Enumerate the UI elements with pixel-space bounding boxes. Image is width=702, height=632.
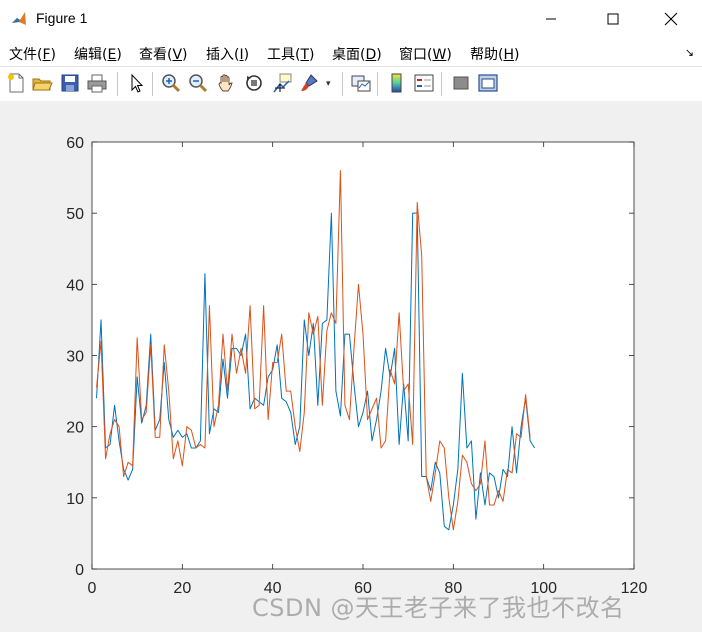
open-file-icon[interactable]: [31, 72, 53, 94]
menu-window[interactable]: 窗口(W): [399, 44, 452, 64]
y-tick-label: 0: [75, 562, 84, 579]
x-tick-label: 20: [173, 580, 191, 597]
x-tick-label: 120: [621, 580, 648, 597]
line-plot[interactable]: 0 20 40 60 80 100 1200102030405060: [0, 101, 702, 628]
rotate-3d-icon[interactable]: [243, 72, 265, 94]
y-tick-label: 40: [66, 277, 84, 294]
menubar: 文件(F) 编辑(E) 查看(V) 插入(I) 工具(T) 桌面(D) 窗口(W…: [0, 38, 702, 66]
close-button[interactable]: [648, 0, 694, 38]
figure-toolbar: ▾: [0, 66, 702, 102]
maximize-icon: [607, 13, 619, 25]
y-tick-label: 50: [66, 206, 84, 223]
link-plot-icon[interactable]: [350, 72, 372, 94]
window-titlebar: Figure 1: [0, 0, 702, 38]
axes-background: [92, 142, 634, 569]
watermark-text: CSDN @天王老子来了我也不改名: [252, 594, 625, 622]
close-icon: [664, 12, 678, 26]
legend-icon[interactable]: [413, 72, 435, 94]
menu-help[interactable]: 帮助(H): [470, 44, 519, 64]
menu-tools[interactable]: 工具(T): [267, 44, 315, 64]
menu-file[interactable]: 文件(F): [9, 44, 56, 64]
toolbar-separator: [117, 72, 118, 96]
hide-plot-tools-icon[interactable]: [450, 72, 472, 94]
show-plot-tools-icon[interactable]: [477, 72, 499, 94]
menu-desktop[interactable]: 桌面(D): [332, 44, 382, 64]
y-tick-label: 60: [66, 135, 84, 152]
data-cursor-icon[interactable]: [271, 72, 293, 94]
brush-icon[interactable]: [298, 72, 320, 94]
zoom-out-icon[interactable]: [187, 72, 209, 94]
matlab-logo-icon: [10, 10, 28, 28]
menu-edit[interactable]: 编辑(E): [74, 44, 122, 64]
pan-hand-icon[interactable]: [215, 72, 237, 94]
minimize-button[interactable]: [528, 0, 574, 38]
figure-canvas: 0 20 40 60 80 100 120 0 10 20 30 40 50 60: [0, 101, 702, 628]
y-tick-label: 30: [66, 349, 84, 366]
toolbar-separator: [441, 72, 442, 96]
save-icon[interactable]: [59, 72, 81, 94]
menu-view[interactable]: 查看(V): [139, 44, 188, 64]
colorbar-icon[interactable]: [386, 72, 408, 94]
maximize-button[interactable]: [590, 0, 636, 38]
brush-dropdown-icon[interactable]: ▾: [326, 79, 331, 89]
window-title: Figure 1: [36, 10, 88, 26]
y-tick-label: 20: [66, 420, 84, 437]
select-arrow-icon[interactable]: [125, 72, 147, 94]
y-tick-label: 10: [66, 491, 84, 508]
print-icon[interactable]: [86, 72, 108, 94]
x-tick-label: 0: [88, 580, 97, 597]
new-figure-icon[interactable]: [5, 72, 27, 94]
minimize-icon: [546, 18, 556, 20]
toolbar-separator: [342, 72, 343, 96]
dock-figure-icon[interactable]: ↘: [685, 46, 694, 59]
toolbar-separator: [152, 72, 153, 96]
zoom-in-icon[interactable]: [160, 72, 182, 94]
toolbar-separator: [377, 72, 378, 96]
menu-insert[interactable]: 插入(I): [206, 44, 249, 64]
